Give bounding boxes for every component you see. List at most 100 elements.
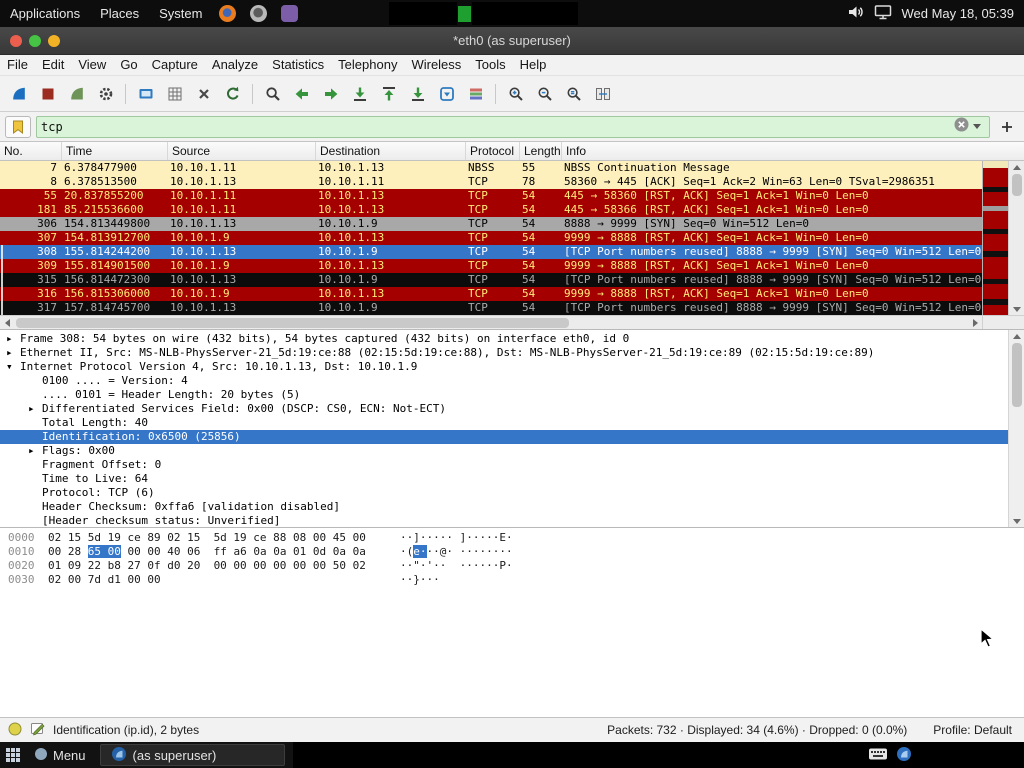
- stop-capture-icon[interactable]: [34, 80, 61, 107]
- column-header-protocol[interactable]: Protocol: [466, 142, 520, 160]
- filter-clear-icon[interactable]: [954, 117, 969, 137]
- intelligent-scrollbar-minimap[interactable]: [982, 161, 1008, 315]
- restart-capture-icon[interactable]: [63, 80, 90, 107]
- packet-row[interactable]: 5520.83785520010.10.1.1110.10.1.13TCP544…: [0, 189, 982, 203]
- details-scroll-thumb[interactable]: [1012, 343, 1022, 407]
- detail-row[interactable]: Fragment Offset: 0: [0, 458, 1024, 472]
- detail-row[interactable]: ▾Internet Protocol Version 4, Src: 10.10…: [0, 360, 1024, 374]
- detail-row[interactable]: Header Checksum: 0xffa6 [validation disa…: [0, 500, 1024, 514]
- column-header-destination[interactable]: Destination: [316, 142, 466, 160]
- display-icon[interactable]: [874, 4, 892, 24]
- scroll-up-icon[interactable]: [1009, 161, 1024, 173]
- auto-scroll-icon[interactable]: [433, 80, 460, 107]
- window-titlebar[interactable]: *eth0 (as superuser): [0, 27, 1024, 55]
- column-header-time[interactable]: Time: [62, 142, 168, 160]
- profile-status[interactable]: Profile: Default: [933, 723, 1012, 737]
- taskbar-window-button[interactable]: (as superuser): [100, 744, 285, 766]
- capture-comment-icon[interactable]: [30, 721, 45, 739]
- menu-capture[interactable]: Capture: [145, 55, 205, 75]
- expand-arrow-icon[interactable]: ▸: [6, 332, 20, 346]
- zoom-reset-icon[interactable]: [560, 80, 587, 107]
- go-to-top-icon[interactable]: [375, 80, 402, 107]
- menu-edit[interactable]: Edit: [35, 55, 71, 75]
- app-launcher-icon[interactable]: [250, 5, 267, 22]
- expand-arrow-icon[interactable]: ▸: [28, 444, 42, 458]
- hscroll-groove[interactable]: [14, 316, 968, 329]
- maximize-window-icon[interactable]: [29, 35, 41, 47]
- expand-arrow-icon[interactable]: ▸: [28, 402, 42, 416]
- scroll-right-icon[interactable]: [968, 316, 982, 329]
- keyboard-layout-icon[interactable]: [868, 747, 888, 764]
- packet-row[interactable]: 316156.81530600010.10.1.910.10.1.13TCP54…: [0, 287, 982, 301]
- zoom-out-icon[interactable]: [531, 80, 558, 107]
- packet-row[interactable]: 317157.81474570010.10.1.1310.10.1.9TCP54…: [0, 301, 982, 315]
- close-window-icon[interactable]: [10, 35, 22, 47]
- vscroll-thumb[interactable]: [1012, 174, 1022, 196]
- packet-row[interactable]: 307154.81391270010.10.1.910.10.1.13TCP54…: [0, 231, 982, 245]
- menu-button[interactable]: Menu: [26, 747, 94, 764]
- filter-add-button[interactable]: [995, 116, 1019, 138]
- go-back-icon[interactable]: [288, 80, 315, 107]
- scroll-up-icon[interactable]: [1009, 330, 1024, 342]
- capture-options-icon[interactable]: [92, 80, 119, 107]
- detail-row[interactable]: Time to Live: 64: [0, 472, 1024, 486]
- go-to-bottom-icon[interactable]: [404, 80, 431, 107]
- menu-file[interactable]: File: [0, 55, 35, 75]
- detail-row[interactable]: Total Length: 40: [0, 416, 1024, 430]
- packet-row-selected[interactable]: 308155.81424420010.10.1.1310.10.1.9TCP54…: [0, 245, 982, 259]
- filter-history-caret-icon[interactable]: [973, 124, 981, 129]
- colorize-icon[interactable]: [462, 80, 489, 107]
- detail-row[interactable]: ▸Differentiated Services Field: 0x00 (DS…: [0, 402, 1024, 416]
- reload-icon[interactable]: [219, 80, 246, 107]
- close-file-icon[interactable]: [190, 80, 217, 107]
- go-to-packet-icon[interactable]: [346, 80, 373, 107]
- packet-row[interactable]: 76.37847790010.10.1.1110.10.1.13NBSS55NB…: [0, 161, 982, 175]
- hex-row[interactable]: 002001 09 22 b8 27 0f d0 20 00 00 00 00 …: [0, 559, 1024, 573]
- packet-row[interactable]: 309155.81490150010.10.1.910.10.1.13TCP54…: [0, 259, 982, 273]
- clock[interactable]: Wed May 18, 05:39: [902, 6, 1015, 21]
- packet-row[interactable]: 306154.81344980010.10.1.1310.10.1.9TCP54…: [0, 217, 982, 231]
- hscroll-thumb[interactable]: [16, 318, 569, 328]
- resize-columns-icon[interactable]: [589, 80, 616, 107]
- packet-list-vscrollbar[interactable]: [1008, 161, 1024, 315]
- column-header-no[interactable]: No.: [0, 142, 62, 160]
- go-forward-icon[interactable]: [317, 80, 344, 107]
- find-packet-icon[interactable]: [259, 80, 286, 107]
- hex-row[interactable]: 000002 15 5d 19 ce 89 02 15 5d 19 ce 88 …: [0, 531, 1024, 545]
- detail-row[interactable]: Protocol: TCP (6): [0, 486, 1024, 500]
- open-file-icon[interactable]: [132, 80, 159, 107]
- detail-row[interactable]: 0100 .... = Version: 4: [0, 374, 1024, 388]
- detail-row[interactable]: ▸Ethernet II, Src: MS-NLB-PhysServer-21_…: [0, 346, 1024, 360]
- detail-row[interactable]: .... 0101 = Header Length: 20 bytes (5): [0, 388, 1024, 402]
- menu-view[interactable]: View: [71, 55, 113, 75]
- column-header-source[interactable]: Source: [168, 142, 316, 160]
- menu-go[interactable]: Go: [113, 55, 144, 75]
- expand-arrow-icon[interactable]: ▸: [6, 346, 20, 360]
- wireshark-tray-icon[interactable]: [896, 746, 912, 765]
- start-capture-icon[interactable]: [5, 80, 32, 107]
- places-menu[interactable]: Places: [90, 0, 149, 27]
- display-filter-input[interactable]: [41, 120, 954, 134]
- packet-row[interactable]: 18185.21553660010.10.1.1110.10.1.13TCP54…: [0, 203, 982, 217]
- firefox-launcher-icon[interactable]: [219, 5, 236, 22]
- column-header-info[interactable]: Info: [562, 142, 1024, 160]
- zoom-in-icon[interactable]: [502, 80, 529, 107]
- volume-icon[interactable]: [847, 4, 864, 23]
- packet-list-hscrollbar[interactable]: [0, 315, 1024, 329]
- scroll-left-icon[interactable]: [0, 316, 14, 329]
- packet-row[interactable]: 86.37851350010.10.1.1310.10.1.11TCP78583…: [0, 175, 982, 189]
- workspace-grid-icon[interactable]: [0, 746, 26, 764]
- menu-tools[interactable]: Tools: [468, 55, 512, 75]
- packet-row[interactable]: 315156.81447230010.10.1.1310.10.1.9TCP54…: [0, 273, 982, 287]
- details-vscrollbar[interactable]: [1008, 330, 1024, 527]
- hex-row[interactable]: 003002 00 7d d1 00 00··}···: [0, 573, 1024, 587]
- hex-row[interactable]: 001000 28 65 00 00 00 40 06 ff a6 0a 0a …: [0, 545, 1024, 559]
- system-menu[interactable]: System: [149, 0, 212, 27]
- detail-row-selected[interactable]: Identification: 0x6500 (25856): [0, 430, 1024, 444]
- menu-help[interactable]: Help: [513, 55, 554, 75]
- expand-arrow-icon[interactable]: ▾: [6, 360, 20, 374]
- scroll-down-icon[interactable]: [1009, 515, 1024, 527]
- menu-wireless[interactable]: Wireless: [404, 55, 468, 75]
- detail-row[interactable]: [Header checksum status: Unverified]: [0, 514, 1024, 527]
- minimize-window-icon[interactable]: [48, 35, 60, 47]
